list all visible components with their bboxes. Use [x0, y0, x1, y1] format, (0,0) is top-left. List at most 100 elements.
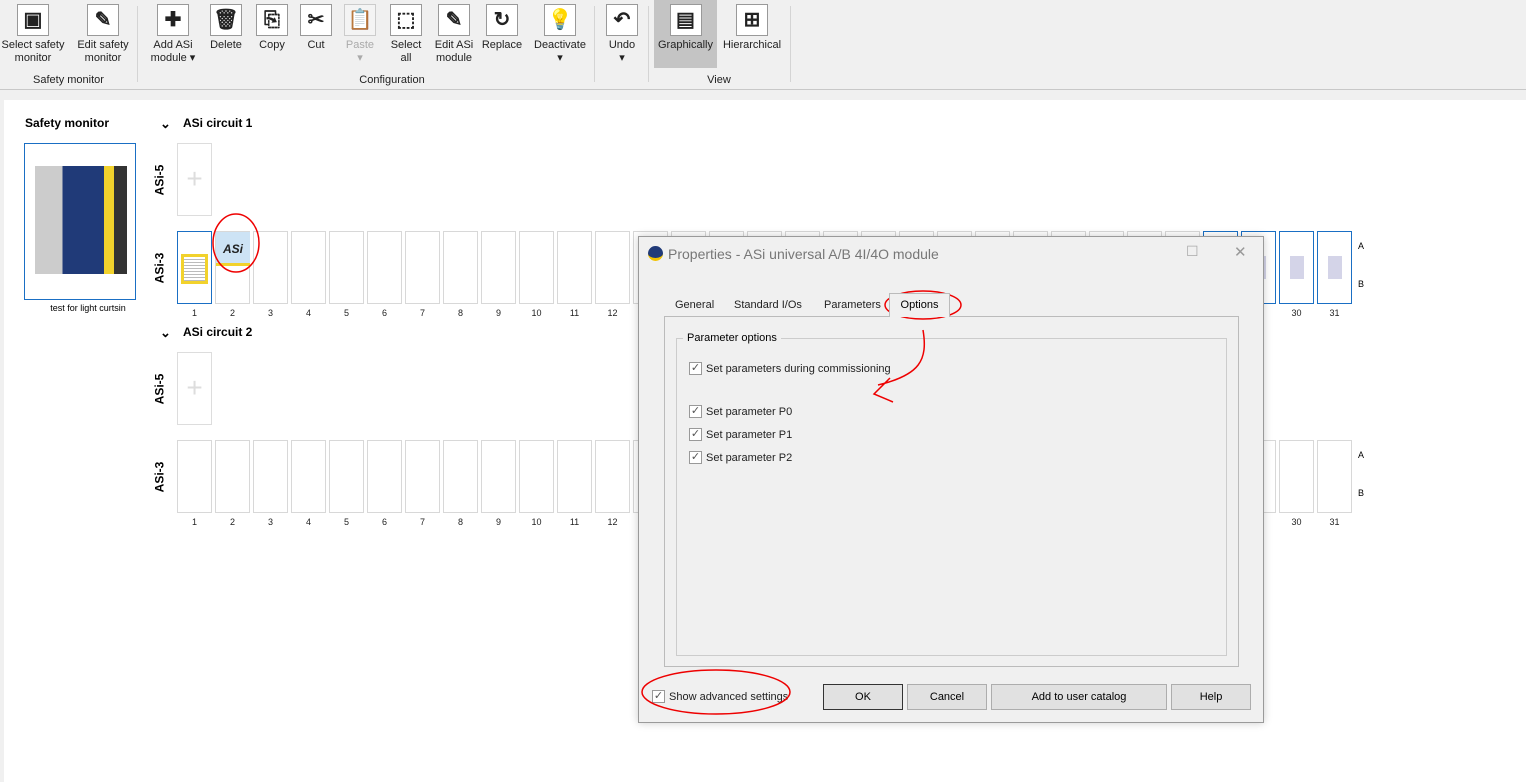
asi3-slot[interactable] [557, 440, 592, 513]
asi3-slot[interactable] [1279, 231, 1314, 304]
asi3-slot[interactable] [1317, 440, 1352, 513]
asi3-slot[interactable] [177, 440, 212, 513]
cut-button[interactable]: ✂ Cut [297, 0, 335, 68]
asi3-slot[interactable] [405, 440, 440, 513]
safety-monitor-card[interactable] [24, 143, 136, 300]
edit-safety-monitor-button[interactable]: ✎ Edit safety monitor [66, 0, 140, 68]
asi3-slot[interactable] [481, 440, 516, 513]
maximize-icon[interactable]: ☐ [1186, 243, 1199, 260]
asi3-slot[interactable] [595, 231, 630, 304]
button-label: Add ASi [153, 39, 193, 51]
paste-button[interactable]: 📋 Paste ▾ [339, 0, 381, 68]
asi3-slot[interactable] [329, 231, 364, 304]
group-label: Parameter options [683, 332, 781, 344]
checkbox-set-p1[interactable]: ✓ Set parameter P1 [689, 428, 792, 441]
add-asi-module-button[interactable]: ✚ Add ASi module ▾ [140, 0, 206, 68]
view-hierarchical-icon: ⊞ [736, 4, 768, 36]
replace-button[interactable]: ↻ Replace [480, 0, 524, 68]
asi3-slot[interactable] [557, 231, 592, 304]
edit-safety-monitor-icon: ✎ [87, 4, 119, 36]
asi3-slot[interactable] [443, 440, 478, 513]
checkbox-box: ✓ [689, 451, 702, 464]
checkbox-set-p2[interactable]: ✓ Set parameter P2 [689, 451, 792, 464]
slot-number: 30 [1291, 308, 1302, 318]
checkbox-show-advanced[interactable]: ✓ Show advanced settings [652, 690, 788, 703]
delete-button[interactable]: 🗑 Delete [206, 0, 246, 68]
checkbox-box: ✓ [689, 405, 702, 418]
button-label: Edit ASi [434, 39, 474, 51]
add-asi5-module-button[interactable]: + [177, 352, 212, 425]
asi3-slot[interactable] [253, 440, 288, 513]
asi3-slot[interactable] [253, 231, 288, 304]
slot-number: 5 [343, 308, 349, 318]
button-label-2: monitor [84, 52, 122, 64]
asi3-slot[interactable] [519, 440, 554, 513]
asi3-slot[interactable] [367, 231, 402, 304]
parameter-options-group [676, 338, 1227, 656]
asi3-slot[interactable] [443, 231, 478, 304]
view-graphically-icon: ▤ [669, 4, 702, 36]
tab-standard-ios[interactable]: Standard I/Os [734, 299, 802, 311]
close-icon[interactable]: ✕ [1234, 243, 1247, 261]
cancel-button[interactable]: Cancel [907, 684, 987, 710]
button-label-2: ▾ [357, 52, 363, 64]
toolbar-separator [137, 6, 138, 82]
ok-button[interactable]: OK [823, 684, 903, 710]
edit-asi-module-button[interactable]: ✎ Edit ASi module [430, 0, 478, 68]
ribbon-group-label: View [707, 74, 731, 86]
paste-icon: 📋 [344, 4, 376, 36]
slot-number: 12 [607, 517, 618, 527]
asi3-slot[interactable] [1317, 231, 1352, 304]
safety-monitor-heading: Safety monitor [25, 116, 110, 130]
slot-number: 11 [569, 308, 580, 318]
view-graphically-button[interactable]: ▤ Graphically [654, 0, 717, 68]
asi3-slot[interactable] [177, 231, 212, 304]
app-logo-icon [648, 246, 663, 261]
collapse-chevron-icon[interactable]: ⌄ [160, 325, 171, 341]
asi3-slot[interactable] [215, 440, 250, 513]
undo-button[interactable]: ↶ Undo ▾ [600, 0, 644, 68]
button-label: Undo [608, 39, 636, 51]
asi3-slot[interactable]: ASi [215, 231, 250, 304]
checkbox-set-params-commissioning[interactable]: ✓ Set parameters during commissioning [689, 362, 891, 375]
deactivate-icon: 💡 [544, 4, 576, 36]
select-safety-monitor-button[interactable]: ▣ Select safety monitor [0, 0, 66, 68]
button-label: Delete [210, 39, 242, 51]
tab-options[interactable]: Options [889, 293, 950, 317]
row-label-asi3: ASi-3 [152, 461, 167, 493]
slot-number: 30 [1291, 517, 1302, 527]
asi3-slot[interactable] [405, 231, 440, 304]
delete-icon: 🗑 [210, 4, 242, 36]
asi3-slot[interactable] [291, 231, 326, 304]
asi3-slot[interactable] [481, 231, 516, 304]
checkbox-label: Set parameters during commissioning [706, 362, 891, 375]
slot-number: 12 [607, 308, 618, 318]
view-hierarchical-button[interactable]: ⊞ Hierarchical [720, 0, 784, 68]
tab-general[interactable]: General [675, 299, 714, 311]
slot-number: 8 [457, 517, 463, 527]
button-label-2: ▾ [619, 52, 625, 64]
deactivate-button[interactable]: 💡 Deactivate ▾ [530, 0, 590, 68]
slot-number: 11 [569, 517, 580, 527]
copy-button[interactable]: ⎘ Copy [250, 0, 294, 68]
asi3-slot[interactable] [329, 440, 364, 513]
asi3-slot[interactable] [1279, 440, 1314, 513]
asi3-slot[interactable] [519, 231, 554, 304]
button-label: Cut [307, 39, 325, 51]
slot-number: 6 [381, 308, 387, 318]
add-asi-module-icon: ✚ [157, 4, 189, 36]
help-button[interactable]: Help [1171, 684, 1251, 710]
add-asi5-module-button[interactable]: + [177, 143, 212, 216]
select-all-button[interactable]: ⬚ Select all [385, 0, 427, 68]
slot-number: 9 [495, 308, 501, 318]
collapse-chevron-icon[interactable]: ⌄ [160, 116, 171, 132]
checkbox-set-p0[interactable]: ✓ Set parameter P0 [689, 405, 792, 418]
asi3-slot[interactable] [367, 440, 402, 513]
asi3-slot[interactable] [595, 440, 630, 513]
checkbox-label: Set parameter P0 [706, 405, 793, 418]
tab-parameters[interactable]: Parameters [824, 299, 881, 311]
safety-monitor-caption: test for light curtsin [50, 303, 126, 313]
add-to-user-catalog-button[interactable]: Add to user catalog [991, 684, 1167, 710]
replace-icon: ↻ [486, 4, 518, 36]
asi3-slot[interactable] [291, 440, 326, 513]
